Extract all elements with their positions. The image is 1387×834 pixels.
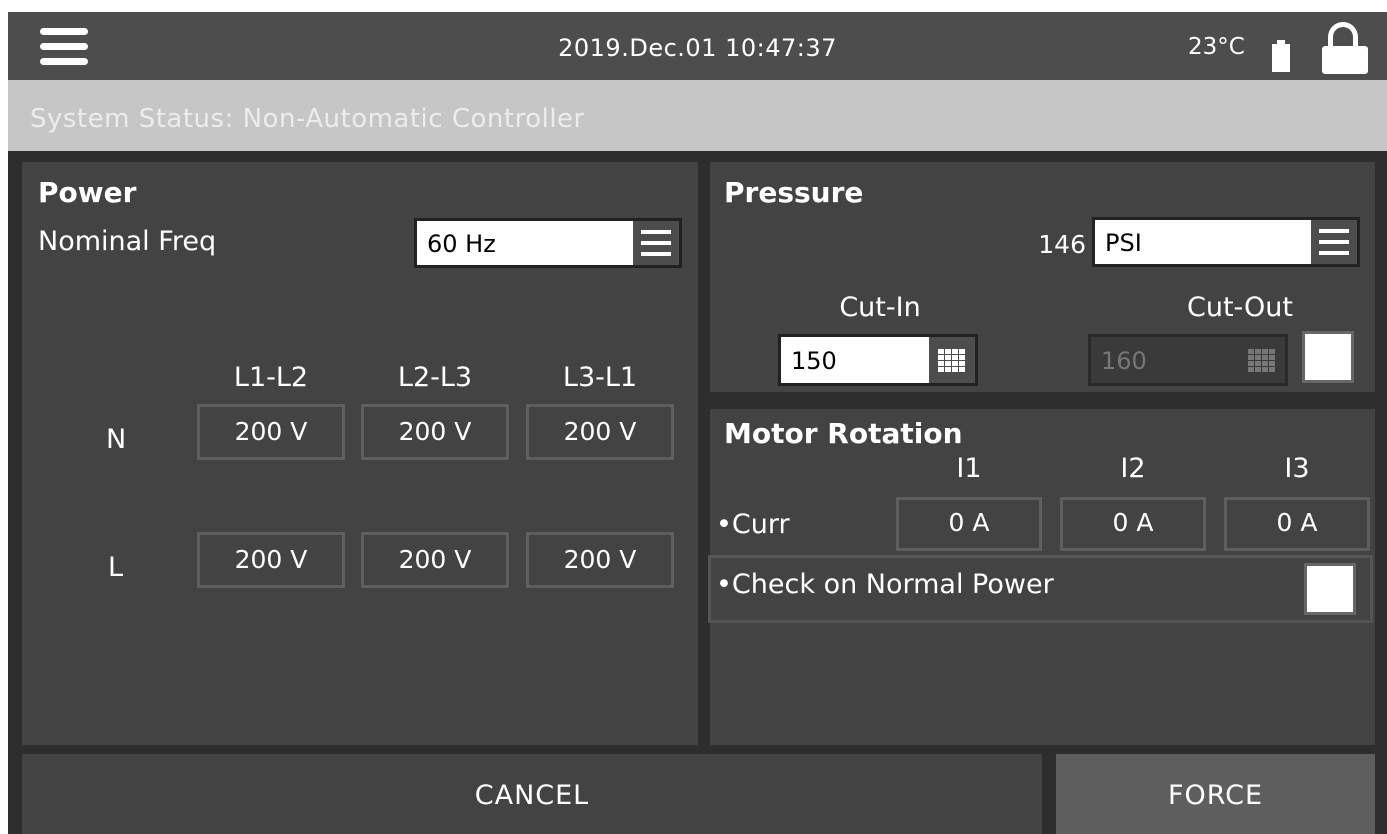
force-button[interactable]: FORCE	[1056, 754, 1375, 834]
cut-out-value: 160	[1101, 347, 1147, 375]
cut-out-label: Cut-Out	[1187, 292, 1293, 323]
keypad-icon[interactable]	[929, 337, 975, 383]
cut-out-input: 160	[1088, 334, 1288, 386]
pressure-panel: Pressure 146 PSI Cut-In 150 Cut-Out 160	[710, 162, 1375, 392]
motor-rotation-panel: Motor Rotation I1 I2 I3 •Curr 0 A 0 A 0 …	[708, 409, 1375, 745]
nominal-freq-label: Nominal Freq	[38, 226, 217, 257]
pressure-reading: 146	[1038, 230, 1086, 259]
check-normal-power-label: •Check on Normal Power	[716, 569, 1054, 600]
check-normal-power-checkbox[interactable]	[1304, 563, 1356, 615]
current-label: •Curr	[716, 509, 790, 540]
column-header-i2: I2	[1120, 453, 1146, 484]
screen: 2019.Dec.01 10:47:37 23°C System Status:…	[8, 12, 1387, 834]
voltage-n-l2-l3: 200 V	[361, 404, 509, 460]
motor-rotation-title: Motor Rotation	[724, 417, 963, 450]
top-bar: 2019.Dec.01 10:47:37 23°C	[8, 12, 1387, 80]
voltage-n-l1-l2: 200 V	[197, 404, 345, 460]
current-i1: 0 A	[896, 497, 1042, 551]
power-panel: Power Nominal Freq 60 Hz L1-L2 L2-L3 L3-…	[22, 162, 698, 745]
pressure-unit-dropdown[interactable]: PSI	[1092, 217, 1360, 267]
pressure-title: Pressure	[724, 176, 864, 209]
voltage-l-l3-l1: 200 V	[526, 532, 674, 588]
voltage-l-l2-l3: 200 V	[361, 532, 509, 588]
battery-icon	[1272, 40, 1290, 72]
datetime: 2019.Dec.01 10:47:37	[558, 34, 837, 62]
cut-out-enable-checkbox[interactable]	[1302, 331, 1354, 383]
column-header-l2-l3: L2-L3	[397, 362, 473, 393]
pressure-unit-value: PSI	[1105, 229, 1142, 257]
temperature: 23°C	[1188, 34, 1245, 60]
current-i2: 0 A	[1060, 497, 1206, 551]
cut-in-label: Cut-In	[839, 292, 921, 323]
cut-in-value: 150	[791, 347, 837, 375]
column-header-l3-l1: L3-L1	[562, 362, 638, 393]
force-button-label: FORCE	[1167, 780, 1264, 811]
column-header-i3: I3	[1284, 453, 1310, 484]
nominal-freq-dropdown[interactable]: 60 Hz	[414, 218, 682, 268]
cancel-button-label: CANCEL	[474, 780, 590, 811]
nominal-freq-value: 60 Hz	[427, 230, 496, 258]
list-icon	[633, 221, 679, 265]
row-label-l: L	[108, 552, 124, 583]
system-status-text: System Status: Non-Automatic Controller	[30, 104, 585, 134]
column-header-i1: I1	[956, 453, 982, 484]
status-bar: System Status: Non-Automatic Controller	[8, 80, 1387, 151]
voltage-n-l3-l1: 200 V	[526, 404, 674, 460]
unlock-icon[interactable]	[1322, 20, 1368, 74]
cancel-button[interactable]: CANCEL	[22, 754, 1042, 834]
row-label-n: N	[106, 424, 127, 455]
keypad-icon	[1239, 337, 1285, 383]
voltage-l-l1-l2: 200 V	[197, 532, 345, 588]
list-icon	[1311, 220, 1357, 264]
current-i3: 0 A	[1224, 497, 1370, 551]
cut-in-input[interactable]: 150	[778, 334, 978, 386]
column-header-l1-l2: L1-L2	[233, 362, 309, 393]
power-title: Power	[38, 176, 137, 209]
